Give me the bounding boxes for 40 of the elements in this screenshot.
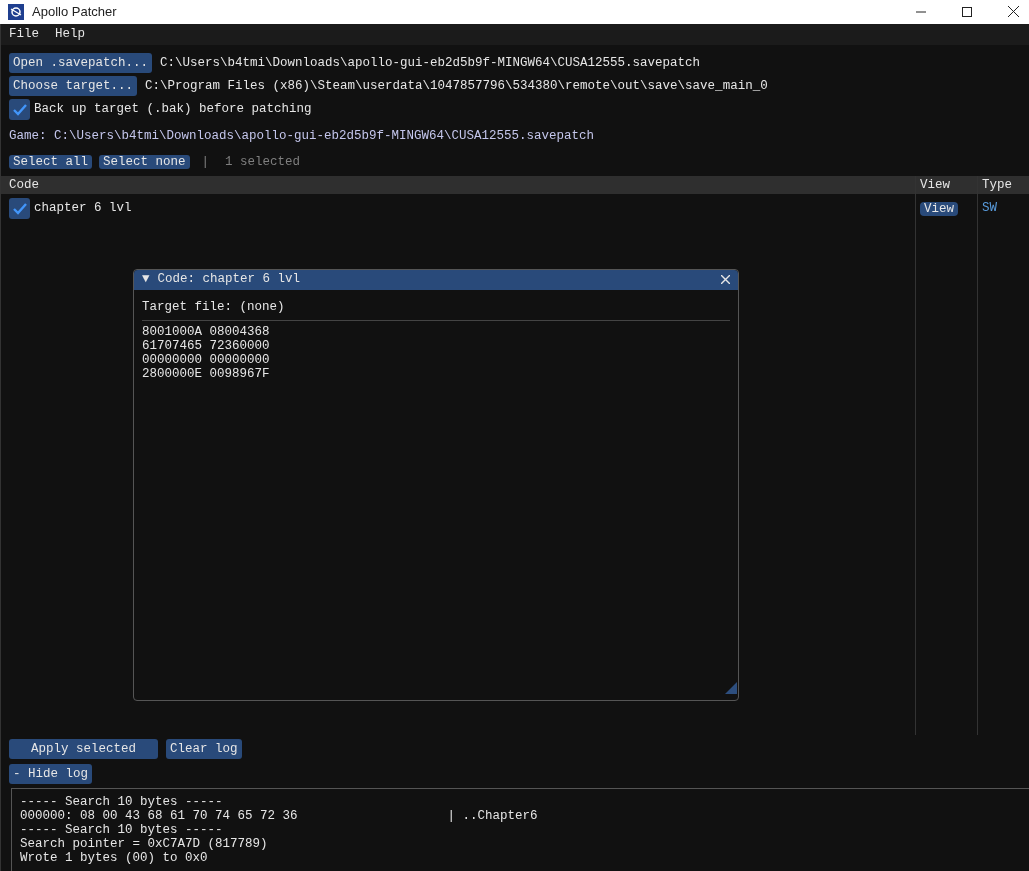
log-line: Wrote 1 bytes (00) to 0x0 [20,851,208,865]
code-line: 2800000E 0098967F [142,367,270,382]
code-line: 8001000A 08004368 [142,325,270,340]
log-line: Search pointer = 0xC7A7D (817789) [20,837,268,851]
code-line: 61707465 72360000 [142,339,270,354]
maximize-icon[interactable] [962,7,972,17]
game-path: Game: C:\Users\b4tmi\Downloads\apollo-gui-eb2d5b9f-MINGW64\CUSA12555.savepatch [9,128,595,145]
resize-grip-icon[interactable] [725,682,737,695]
clear-log-button[interactable]: Clear log [166,739,242,759]
log-line: 000000: 08 00 43 68 61 70 74 65 72 36 | ..Chapter6 [20,809,538,823]
file-path: C:\Program Files (x86)\Steam\userdata\1047857796\534380\remote\out\save\save_main_0 [145,77,768,95]
file-button[interactable]: Choose target... [9,76,138,96]
checkbox[interactable] [9,99,30,120]
code-name: chapter 6 lvl [34,200,132,218]
file-button[interactable]: Open .savepatch... [9,53,153,73]
column-header: View [920,177,950,192]
code-type: SW [982,200,997,218]
app-icon [8,4,24,20]
menu-item[interactable]: Help [55,25,86,44]
column-header: Code [9,177,39,192]
file-path: C:\Users\b4tmi\Downloads\apollo-gui-eb2d5b9f-MINGW64\CUSA12555.savepatch [160,54,701,72]
menu-item[interactable]: File [9,25,39,44]
checkbox-label: Back up target (.bak) before patching [34,101,312,119]
select-none-button[interactable]: Select none [99,155,190,170]
log-line: ----- Search 10 bytes ----- [20,795,223,809]
window-title: Code: chapter 6 lvl [157,271,301,289]
checkbox[interactable] [9,198,30,219]
separator: | [201,153,210,171]
window-title: Apollo Patcher [32,3,117,22]
close-icon[interactable] [1008,6,1019,17]
code-line: 00000000 00000000 [142,353,270,368]
column-header: Type [982,177,1012,192]
hide-log-button[interactable]: - Hide log [9,764,92,784]
select-all-button[interactable]: Select all [9,155,92,170]
view-button[interactable]: View [920,201,958,216]
target-file-label: Target file: (none) [142,299,285,314]
collapse-toggle[interactable]: ▼ [142,270,150,289]
selected-count: 1 selected [225,153,301,171]
apply-button[interactable]: Apply selected [9,739,159,759]
log-line: ----- Search 10 bytes ----- [20,823,223,837]
